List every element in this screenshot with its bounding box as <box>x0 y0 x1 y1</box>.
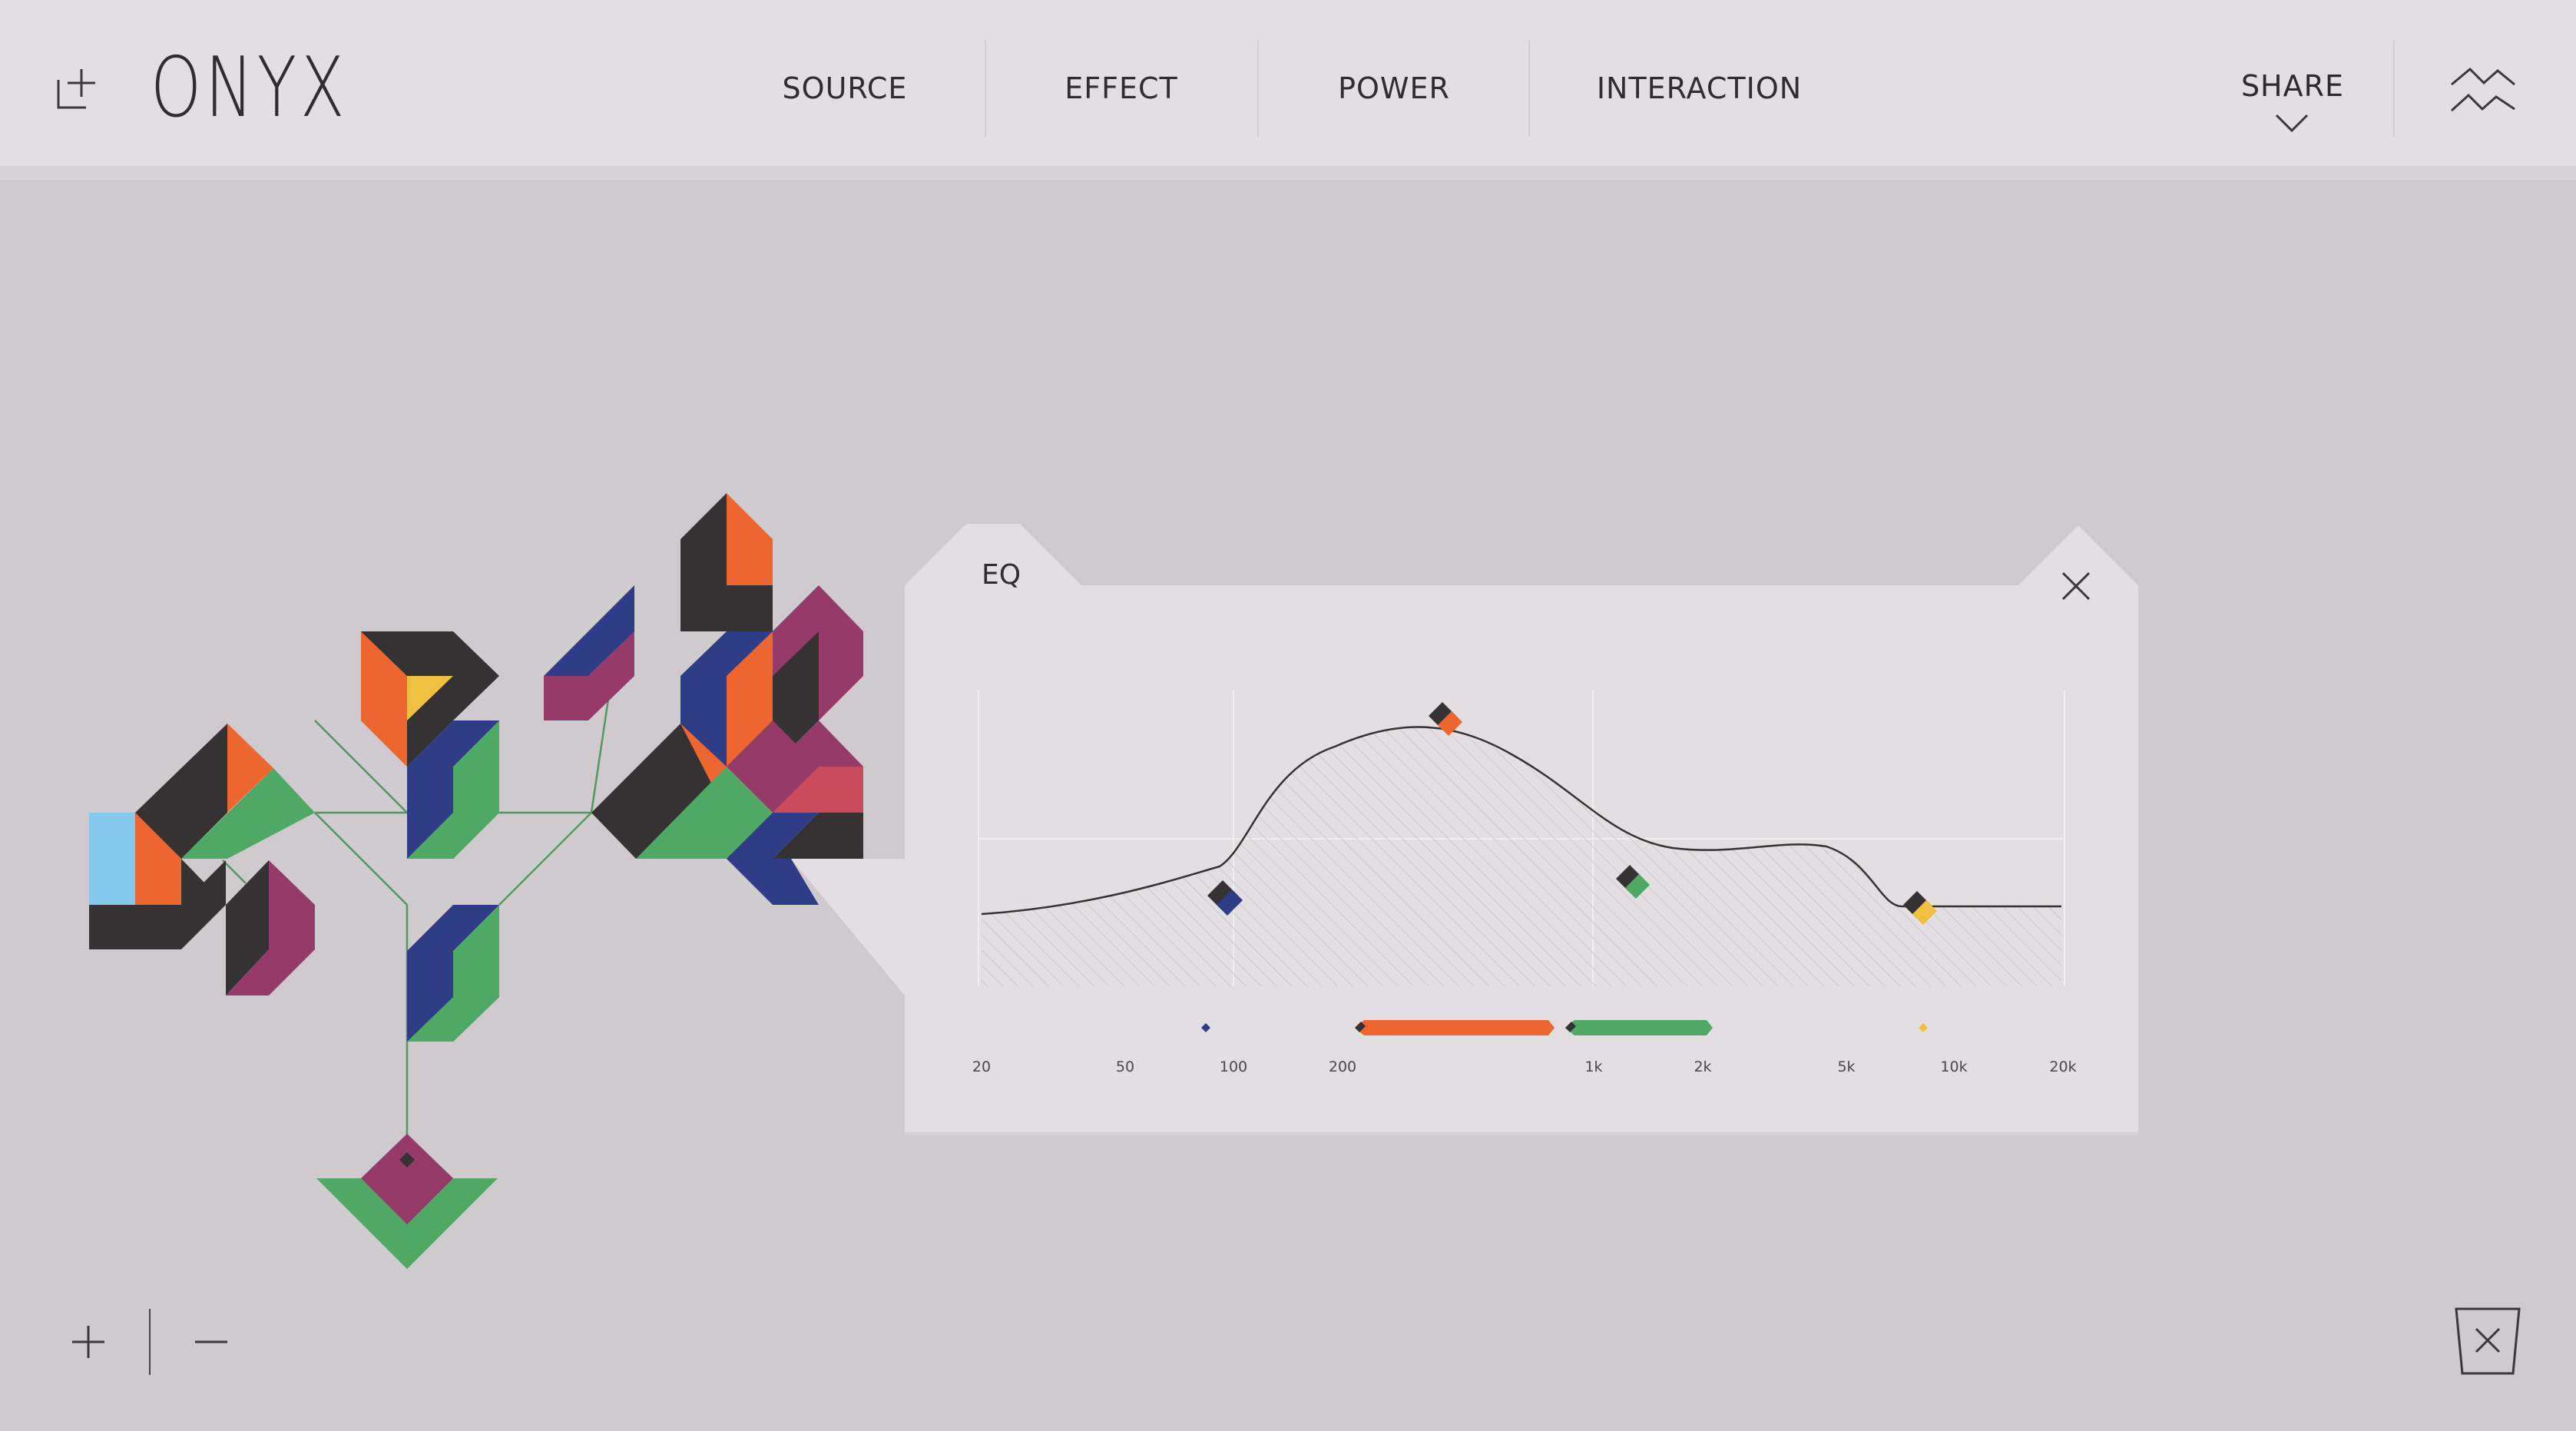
freq-label: 5k <box>1837 1058 1856 1075</box>
eq-panel <box>905 524 2138 1135</box>
freq-label: 50 <box>1115 1058 1135 1075</box>
trash-icon[interactable] <box>2453 1306 2522 1376</box>
freq-label: 200 <box>1328 1058 1357 1075</box>
plus-icon[interactable] <box>69 1323 108 1361</box>
freq-label: 1k <box>1584 1058 1603 1075</box>
freq-label: 20k <box>2049 1058 2077 1075</box>
minus-icon[interactable] <box>192 1323 230 1361</box>
node-e[interactable] <box>316 1134 498 1269</box>
eq-title: EQ <box>982 559 1021 591</box>
freq-label: 2k <box>1694 1058 1712 1075</box>
node-g[interactable] <box>591 493 863 905</box>
zoom-divider <box>149 1309 151 1375</box>
node-f[interactable] <box>544 585 634 720</box>
panel-pointer <box>791 859 905 995</box>
freq-label: 10k <box>1940 1058 1968 1075</box>
close-icon[interactable] <box>2058 568 2094 604</box>
freq-label: 100 <box>1219 1058 1248 1075</box>
eq-band-range-mid2[interactable] <box>1565 1020 1713 1035</box>
node-d[interactable] <box>407 905 499 1042</box>
freq-label: 20 <box>972 1058 992 1075</box>
node-a[interactable] <box>89 724 315 995</box>
eq-band-range-mid1[interactable] <box>1355 1020 1555 1035</box>
